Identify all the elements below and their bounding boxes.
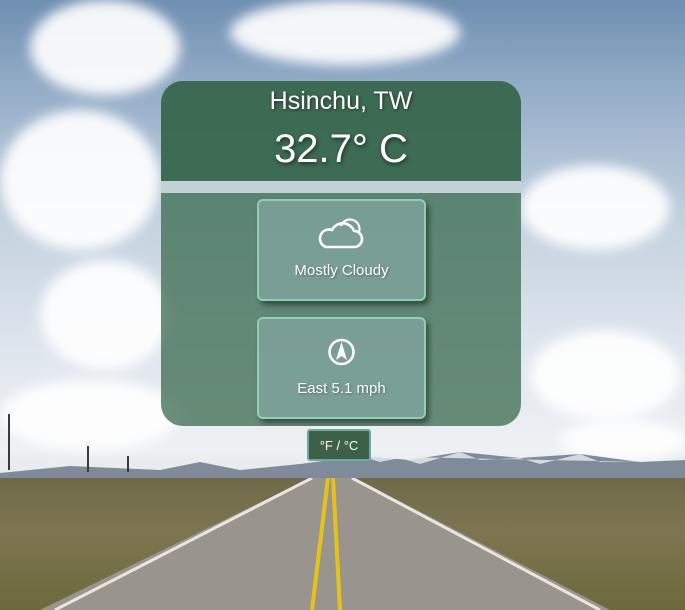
weather-header: Hsinchu, TW 32.7° C xyxy=(161,81,521,181)
wind-label: East 5.1 mph xyxy=(297,380,386,397)
utility-pole xyxy=(127,456,129,472)
background-cloud xyxy=(0,110,160,250)
compass-icon xyxy=(328,338,355,366)
background-cloud xyxy=(0,380,180,450)
cloud-icon xyxy=(318,218,364,249)
background-cloud xyxy=(530,330,680,420)
road xyxy=(40,478,610,610)
weather-card: Hsinchu, TW 32.7° C Mostly Cloudy East 5… xyxy=(161,81,521,426)
unit-toggle-button[interactable]: °F / °C xyxy=(307,429,371,461)
utility-pole xyxy=(8,414,10,470)
utility-pole xyxy=(87,446,89,472)
condition-tile: Mostly Cloudy xyxy=(257,199,426,301)
city-name: Hsinchu, TW xyxy=(269,87,413,115)
temperature-readout: 32.7° C xyxy=(274,127,408,171)
condition-label: Mostly Cloudy xyxy=(294,262,389,279)
background-cloud xyxy=(520,165,670,250)
background-cloud xyxy=(230,0,460,65)
background-cloud xyxy=(40,260,170,370)
header-divider xyxy=(161,181,521,193)
background-cloud xyxy=(30,0,180,95)
wind-tile: East 5.1 mph xyxy=(257,317,426,419)
